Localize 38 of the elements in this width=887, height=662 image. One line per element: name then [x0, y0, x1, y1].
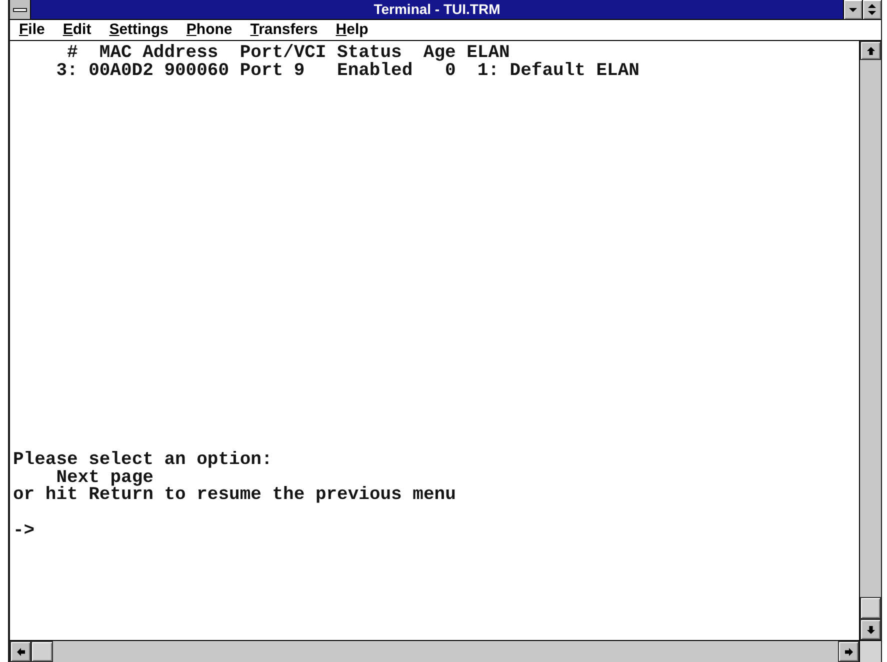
- column-header: Status: [337, 45, 402, 63]
- window-title: Terminal - TUI.TRM: [374, 1, 500, 18]
- menu-item[interactable]: Edit: [54, 20, 100, 40]
- table-cell-text: 1: Default ELAN: [476, 62, 640, 80]
- column-header: MAC Address: [99, 45, 218, 63]
- scroll-left-button[interactable]: [10, 641, 31, 662]
- command-prompt: ->: [13, 520, 35, 541]
- caret-down-icon: [849, 8, 857, 12]
- table-cell: 3:: [56, 62, 78, 80]
- scroll-up-button[interactable]: [860, 41, 881, 60]
- column-header: ELAN: [466, 45, 510, 63]
- minimize-button[interactable]: [843, 0, 862, 19]
- restore-button[interactable]: [862, 0, 881, 19]
- system-menu-button[interactable]: [10, 0, 31, 19]
- table-cell: 0: [445, 62, 456, 80]
- up-down-caret-icon: [868, 4, 876, 15]
- table-cell: 00A0D2 900060: [88, 62, 230, 80]
- scroll-down-button[interactable]: [860, 619, 881, 640]
- return-hint: or hit Return to resume the previous menu: [13, 485, 456, 506]
- menu-item[interactable]: Settings: [100, 20, 178, 40]
- down-arrow-icon: [866, 626, 874, 634]
- scroll-right-button[interactable]: [838, 641, 859, 662]
- right-arrow-icon: [844, 648, 852, 656]
- up-arrow-icon: [866, 46, 874, 54]
- table-cell: Enabled: [337, 62, 413, 80]
- column-header: Age: [423, 45, 456, 63]
- left-arrow-icon: [16, 648, 24, 656]
- menu-item[interactable]: Help: [326, 20, 378, 40]
- column-header: #: [66, 45, 78, 63]
- dash-icon: [13, 8, 27, 12]
- scrollbar-thumb[interactable]: [31, 641, 53, 662]
- column-header: Port/VCI: [240, 45, 326, 63]
- prompt-heading: Please select an option:: [13, 450, 272, 470]
- menu-item[interactable]: Phone: [177, 20, 242, 40]
- table-cell: Port 9: [240, 62, 305, 80]
- menu-item[interactable]: File: [10, 20, 54, 40]
- menu-item[interactable]: Transfers: [241, 20, 327, 40]
- scrollbar-thumb[interactable]: [860, 597, 881, 619]
